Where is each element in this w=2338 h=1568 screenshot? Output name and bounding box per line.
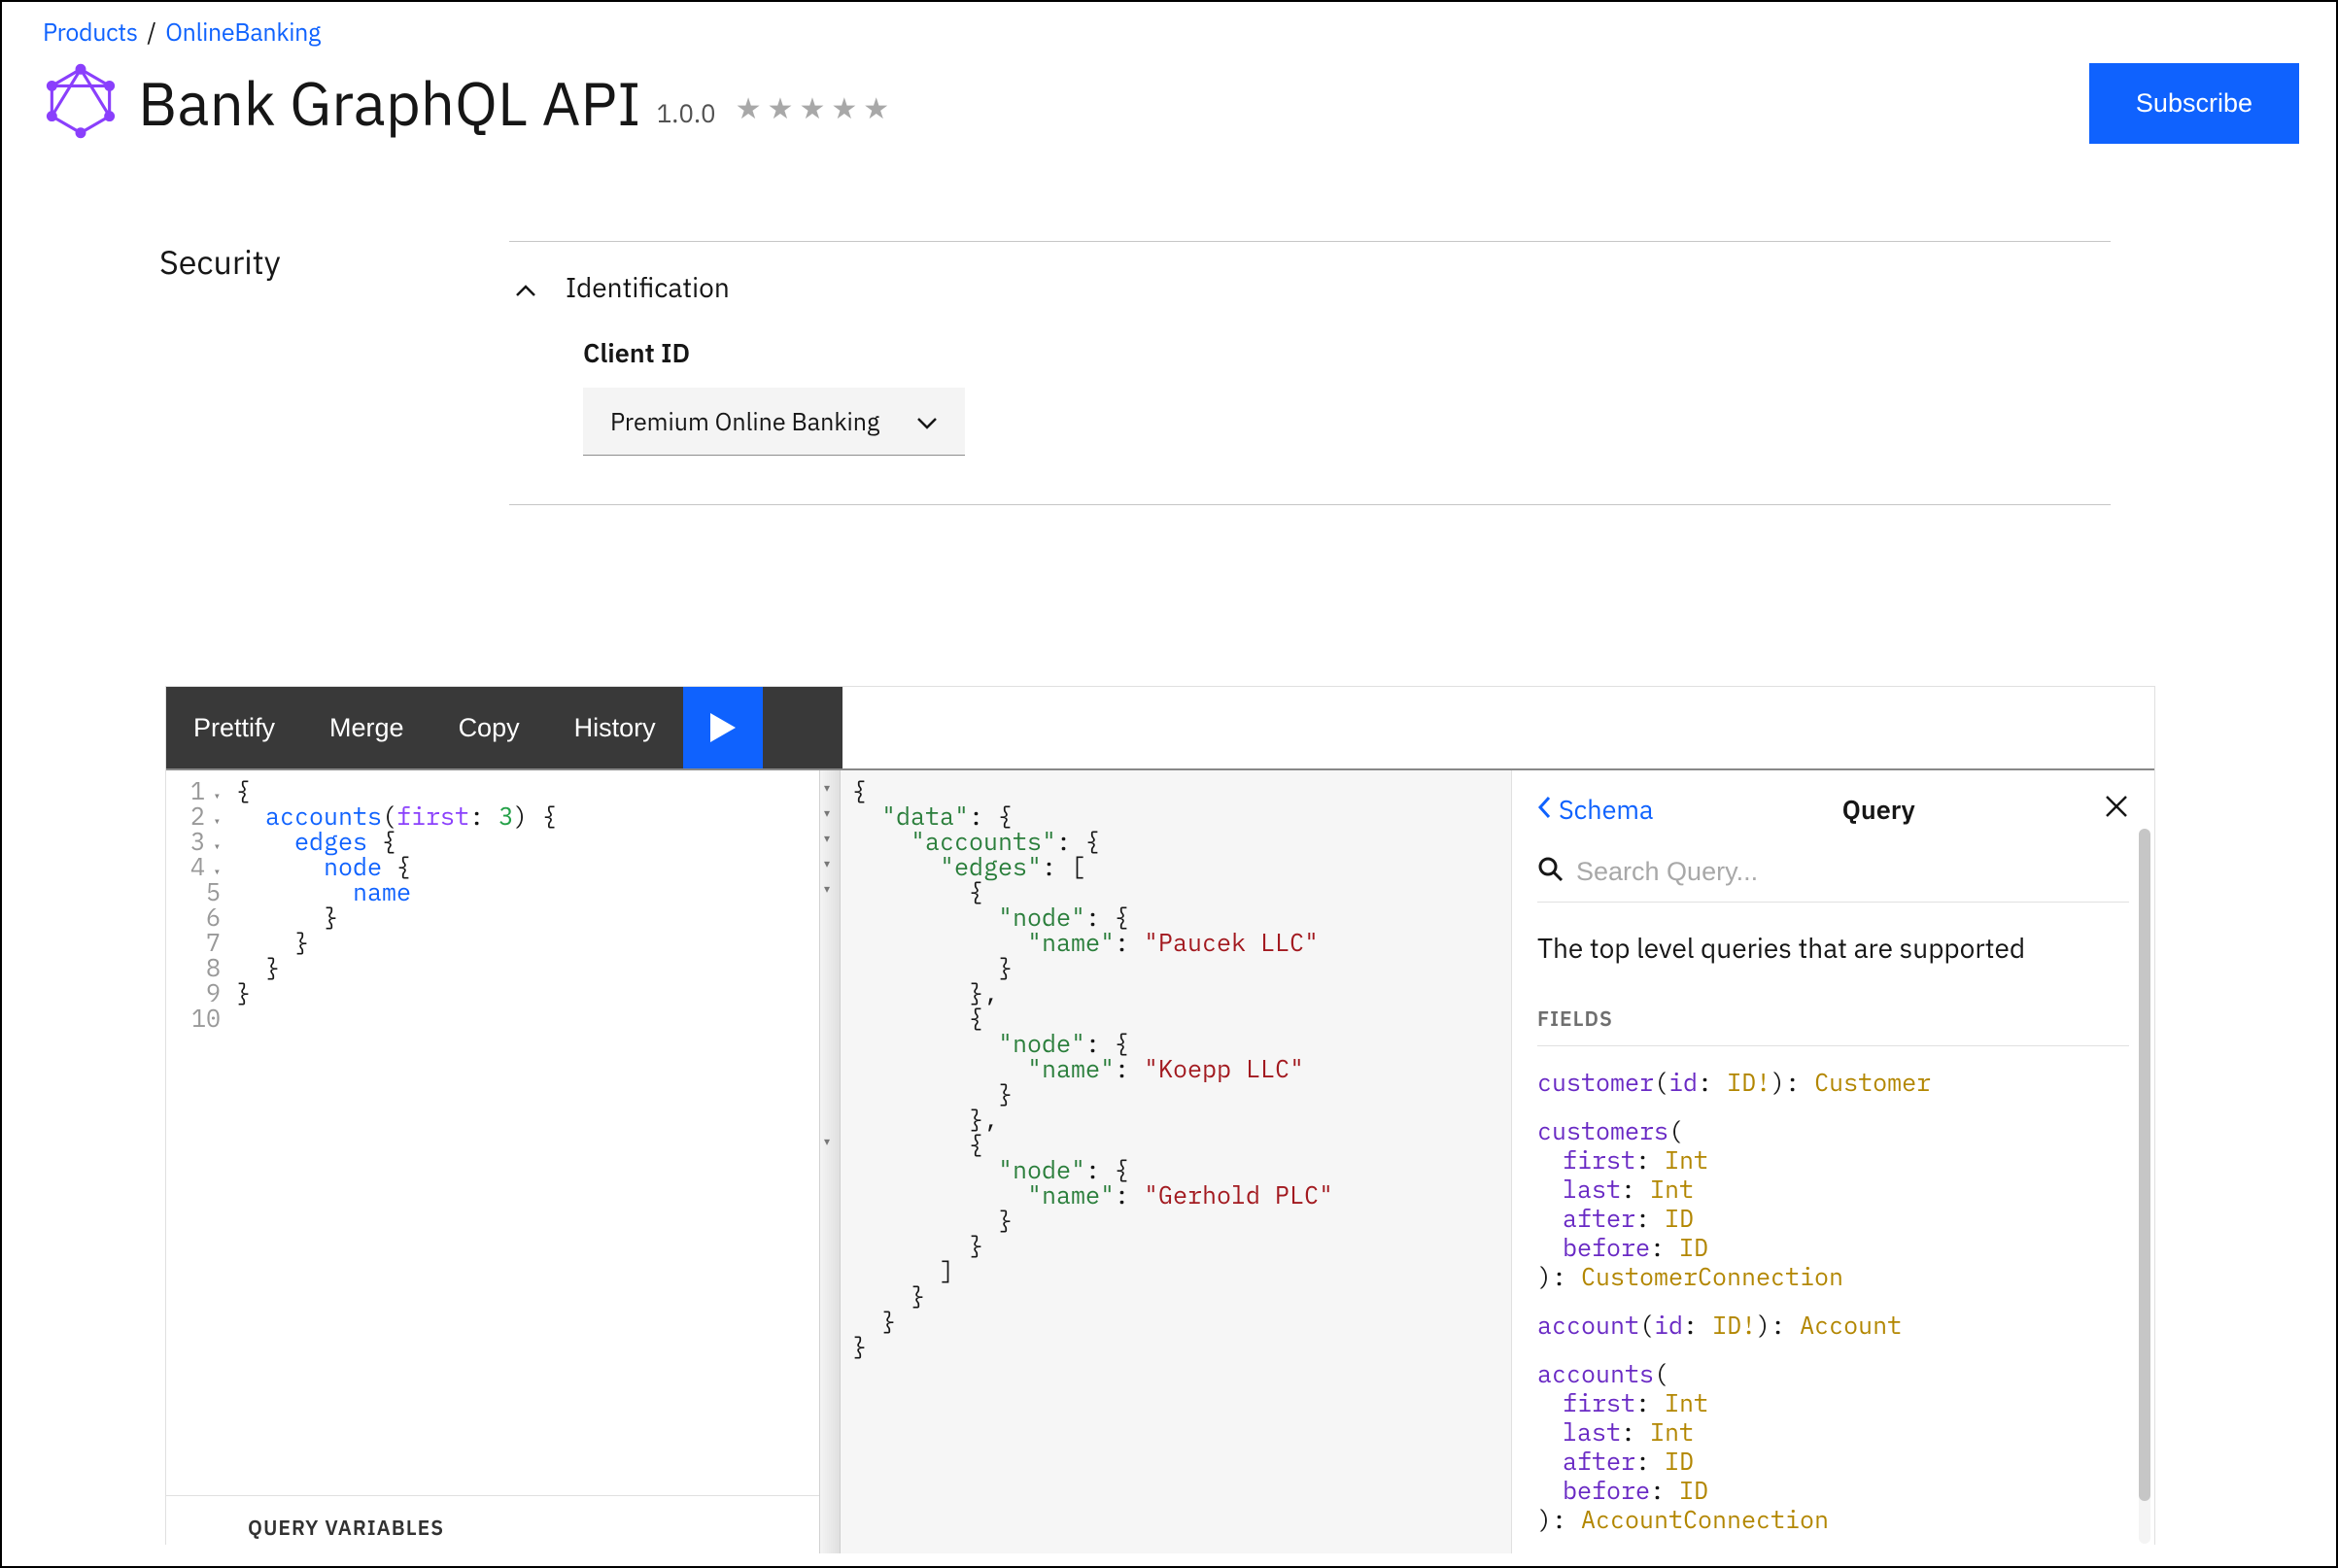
docs-field[interactable]: customer(id: ID!): Customer: [1537, 1068, 2129, 1097]
docs-pane: Schema Query The top level queries that …: [1511, 770, 2154, 1553]
breadcrumb-separator: /: [147, 16, 155, 48]
history-button[interactable]: History: [547, 687, 683, 768]
security-heading: Security: [159, 241, 509, 284]
docs-search-input[interactable]: [1576, 857, 2129, 887]
docs-title: Query: [1842, 793, 1915, 827]
result-pane: { "data": { "accounts": { "edges": [ { "…: [841, 770, 1511, 1553]
docs-back-button[interactable]: Schema: [1537, 793, 1653, 827]
chevron-up-icon[interactable]: [515, 269, 536, 305]
merge-button[interactable]: Merge: [302, 687, 431, 768]
breadcrumb-product[interactable]: OnlineBanking: [165, 16, 321, 48]
query-editor[interactable]: 1▾2▾3▾4▾5678910 { accounts(first: 3) { e…: [166, 770, 819, 1495]
identification-label: Identification: [566, 269, 730, 305]
client-id-label: Client ID: [583, 336, 2221, 370]
chevron-left-icon: [1537, 793, 1553, 827]
close-icon[interactable]: [2104, 793, 2129, 827]
query-variables-tab[interactable]: QUERY VARIABLES: [166, 1495, 819, 1553]
page-title: Bank GraphQL API: [138, 64, 641, 143]
client-id-dropdown[interactable]: Premium Online Banking: [583, 388, 965, 456]
chevron-down-icon: [916, 405, 938, 437]
docs-field[interactable]: account(id: ID!): Account: [1537, 1311, 2129, 1340]
docs-field[interactable]: customers(first: Intlast: Intafter: IDbe…: [1537, 1116, 2129, 1291]
search-icon: [1537, 856, 1576, 888]
docs-fields-heading: FIELDS: [1537, 1005, 2129, 1046]
docs-field[interactable]: accounts(first: Intlast: Intafter: IDbef…: [1537, 1359, 2129, 1534]
editor-splitter[interactable]: ▾▾▾▾▾▾: [819, 770, 841, 1553]
play-button[interactable]: [683, 687, 763, 768]
prettify-button[interactable]: Prettify: [166, 687, 302, 768]
api-version: 1.0.0: [657, 97, 716, 130]
client-id-value: Premium Online Banking: [610, 405, 879, 437]
scrollbar[interactable]: [2139, 829, 2150, 1544]
breadcrumb-products[interactable]: Products: [43, 16, 138, 48]
breadcrumb: Products / OnlineBanking: [43, 16, 2299, 48]
star-rating[interactable]: ★★★★★: [736, 89, 895, 127]
subscribe-button[interactable]: Subscribe: [2089, 63, 2299, 144]
graphql-logo-icon: [43, 63, 119, 144]
docs-description: The top level queries that are supported: [1537, 930, 2129, 966]
copy-button[interactable]: Copy: [431, 687, 547, 768]
graphiql-toolbar: Prettify Merge Copy History: [166, 687, 842, 768]
graphiql-panel: Prettify Merge Copy History 1▾2▾3▾4▾5678…: [165, 686, 2155, 1545]
